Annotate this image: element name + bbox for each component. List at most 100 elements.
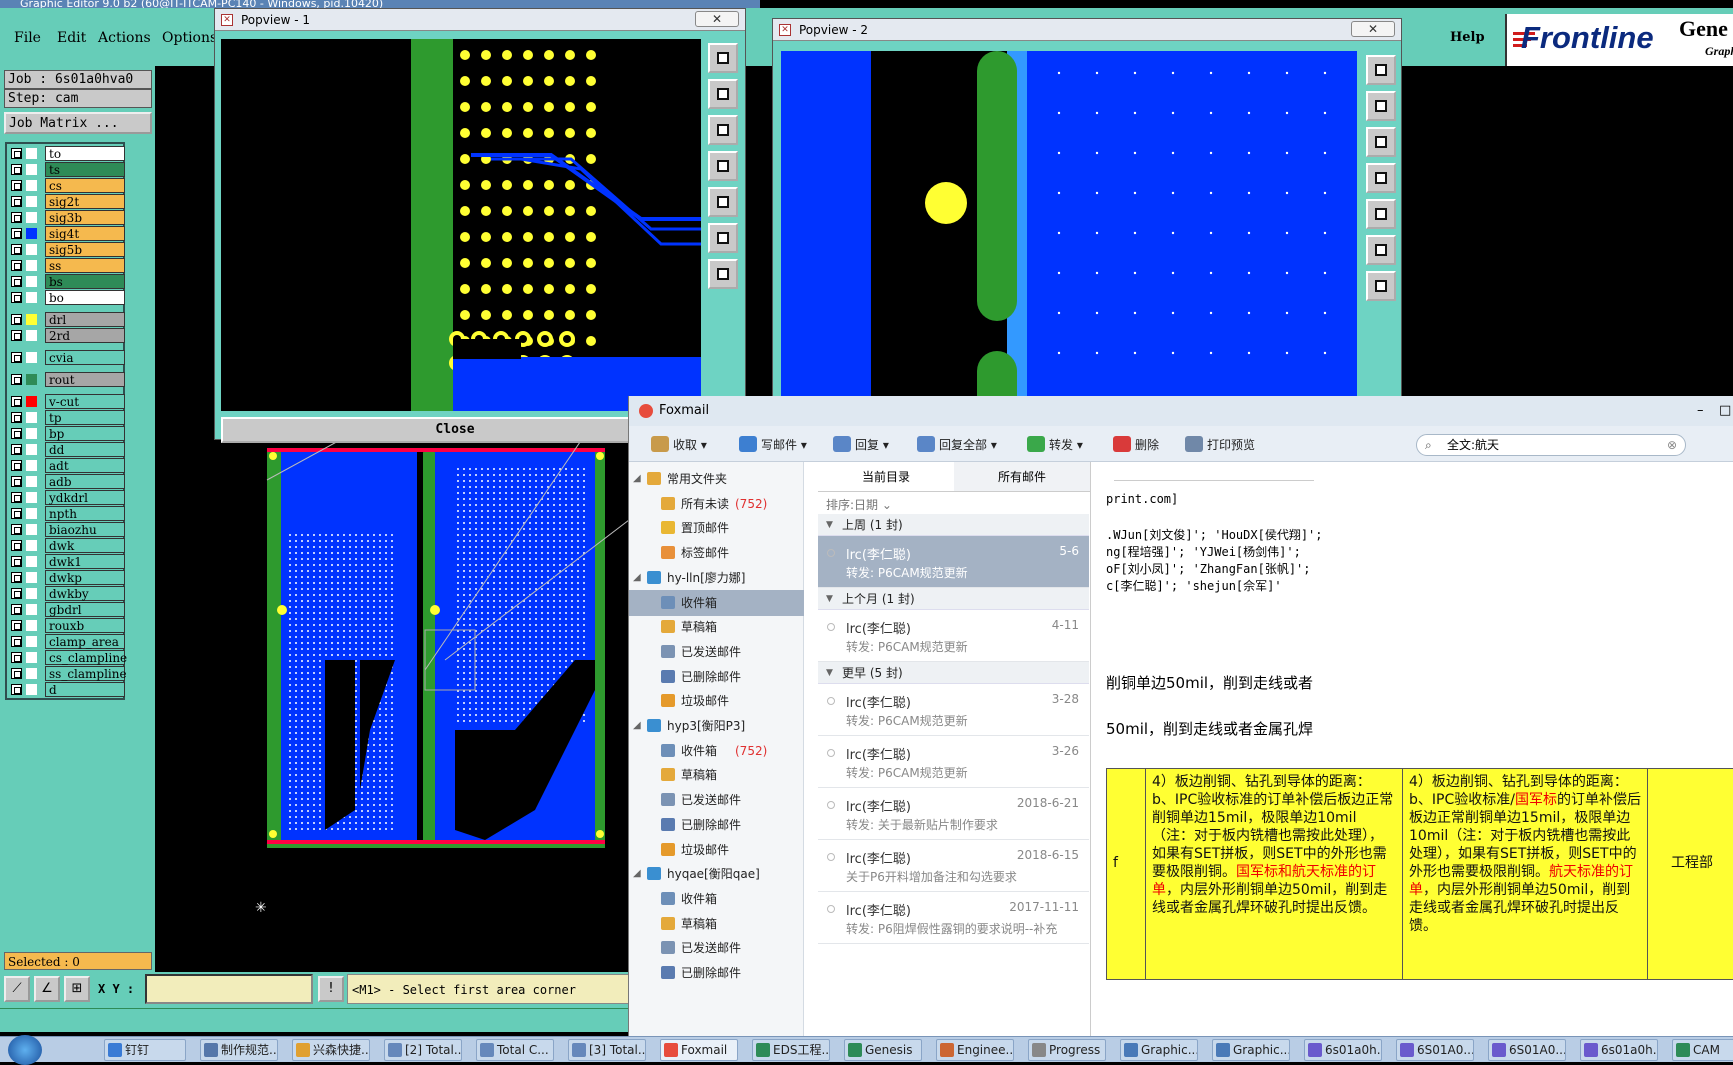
layer-name[interactable]: bs (45, 274, 125, 289)
grid-tool-button[interactable]: ⊞ (64, 976, 90, 1002)
layer-name[interactable]: bo (45, 290, 125, 305)
layer-row-cs[interactable]: cs (9, 178, 129, 193)
layer-color-swatch[interactable] (26, 148, 37, 159)
layer-row-adt[interactable]: adt (9, 458, 129, 473)
layer-color-swatch[interactable] (26, 652, 37, 663)
layer-name[interactable]: d (45, 682, 125, 697)
start-button[interactable] (8, 1035, 42, 1065)
compose-button[interactable]: 写邮件 ▾ (739, 435, 807, 455)
pv2-zoom-in-button[interactable] (1366, 235, 1396, 265)
layer-checkbox[interactable] (11, 244, 22, 255)
receive-button[interactable]: 收取 ▾ (651, 435, 707, 455)
layer-checkbox[interactable] (11, 148, 22, 159)
info-button[interactable]: ! (318, 976, 344, 1002)
taskbar-item[interactable]: Foxmail (660, 1039, 738, 1061)
tab-all-mail[interactable]: 所有邮件 (954, 462, 1090, 492)
folder-item[interactable]: 收件箱 (629, 886, 804, 912)
layer-row-dwk1[interactable]: dwk1 (9, 554, 129, 569)
layer-row-ydkdrl[interactable]: ydkdrl (9, 490, 129, 505)
layer-name[interactable]: npth (45, 506, 125, 521)
taskbar-item[interactable]: Progress (1028, 1039, 1106, 1061)
layer-name[interactable]: adb (45, 474, 125, 489)
layer-checkbox[interactable] (11, 352, 22, 363)
sort-dropdown[interactable]: 排序:日期 ⌄ (826, 496, 892, 513)
folder-item[interactable]: 已发送邮件 (629, 639, 804, 665)
layer-checkbox[interactable] (11, 396, 22, 407)
taskbar-item[interactable]: Graphic... (1120, 1039, 1198, 1061)
layer-name[interactable]: dwkby (45, 586, 125, 601)
pv1-pan-right-button[interactable] (708, 187, 738, 217)
unread-dot-icon[interactable] (827, 853, 835, 861)
layer-color-swatch[interactable] (26, 508, 37, 519)
popview-2-close-icon[interactable]: ✕ (1351, 21, 1395, 37)
layer-checkbox[interactable] (11, 164, 22, 175)
layer-color-swatch[interactable] (26, 684, 37, 695)
layer-color-swatch[interactable] (26, 260, 37, 271)
layer-checkbox[interactable] (11, 476, 22, 487)
layer-color-swatch[interactable] (26, 604, 37, 615)
layer-color-swatch[interactable] (26, 524, 37, 535)
folder-group[interactable]: ◢ hyqae[衡阳qae] (629, 861, 804, 887)
layer-name[interactable]: cvia (45, 350, 125, 365)
taskbar-item[interactable]: 6s01a0h... (1304, 1039, 1382, 1061)
layer-checkbox[interactable] (11, 684, 22, 695)
layer-row-ts[interactable]: ts (9, 162, 129, 177)
layer-name[interactable]: ts (45, 162, 125, 177)
layer-row-gbdrl[interactable]: gbdrl (9, 602, 129, 617)
pv2-fit-button[interactable] (1366, 55, 1396, 85)
layer-name[interactable]: v-cut (45, 394, 125, 409)
folder-item[interactable]: 置顶邮件 (629, 515, 804, 541)
layer-color-swatch[interactable] (26, 196, 37, 207)
folder-item[interactable]: 已发送邮件 (629, 787, 804, 813)
layer-color-swatch[interactable] (26, 492, 37, 503)
layer-checkbox[interactable] (11, 314, 22, 325)
layer-color-swatch[interactable] (26, 352, 37, 363)
measure-tool-button[interactable]: ∠ (34, 976, 60, 1002)
mail-list-item[interactable]: lrc(李仁聪) 4-11 转发: P6CAM规范更新 (818, 610, 1089, 662)
layer-checkbox[interactable] (11, 330, 22, 341)
layer-name[interactable]: ss_clampline (45, 666, 127, 681)
layer-checkbox[interactable] (11, 444, 22, 455)
layer-row-sig5b[interactable]: sig5b (9, 242, 129, 257)
job-matrix-button[interactable]: Job Matrix ... (4, 112, 152, 134)
layer-name[interactable]: tp (45, 410, 125, 425)
layer-checkbox[interactable] (11, 524, 22, 535)
layer-name[interactable]: dwk (45, 538, 125, 553)
mail-list-item[interactable]: lrc(李仁聪) 2017-11-11 转发: P6阻焊假性露铜的要求说明--补充 (818, 892, 1089, 944)
layer-name[interactable]: clamp_area (45, 634, 125, 649)
mail-group-header[interactable]: ▼ 上周 (1 封) (818, 514, 1089, 536)
menu-help[interactable]: Help (1450, 30, 1485, 45)
layer-name[interactable]: cs_clampline (45, 650, 127, 665)
layer-row-2rd[interactable]: 2rd (9, 328, 129, 343)
folder-item[interactable]: 已发送邮件 (629, 935, 804, 961)
menu-actions[interactable]: Actions (98, 30, 151, 46)
layer-color-swatch[interactable] (26, 460, 37, 471)
layer-row-to[interactable]: to (9, 146, 129, 161)
folder-item[interactable]: 草稿箱 (629, 762, 804, 788)
pv2-pan-down-button[interactable] (1366, 127, 1396, 157)
layer-color-swatch[interactable] (26, 556, 37, 567)
layer-row-bs[interactable]: bs (9, 274, 129, 289)
layer-checkbox[interactable] (11, 652, 22, 663)
layer-row-drl[interactable]: drl (9, 312, 129, 327)
taskbar-item[interactable]: 兴森快捷... (292, 1039, 370, 1061)
unread-dot-icon[interactable] (827, 697, 835, 705)
layer-row-bo[interactable]: bo (9, 290, 129, 305)
layer-color-swatch[interactable] (26, 444, 37, 455)
layer-row-sig4t[interactable]: sig4t (9, 226, 129, 241)
layer-checkbox[interactable] (11, 588, 22, 599)
layer-row-sig2t[interactable]: sig2t (9, 194, 129, 209)
mail-list-item[interactable]: lrc(李仁聪) 5-6 转发: P6CAM规范更新 (818, 536, 1089, 588)
layer-checkbox[interactable] (11, 212, 22, 223)
layer-row-biaozhu[interactable]: biaozhu (9, 522, 129, 537)
layer-name[interactable]: ss (45, 258, 125, 273)
layer-row-sig3b[interactable]: sig3b (9, 210, 129, 225)
pv2-pan-left-button[interactable] (1366, 163, 1396, 193)
print-preview-button[interactable]: 打印预览 (1185, 435, 1255, 455)
unread-dot-icon[interactable] (827, 623, 835, 631)
layer-color-swatch[interactable] (26, 476, 37, 487)
xy-input[interactable] (145, 974, 313, 1004)
layer-color-swatch[interactable] (26, 396, 37, 407)
layer-row-dd[interactable]: dd (9, 442, 129, 457)
pv1-fit-button[interactable] (708, 43, 738, 73)
